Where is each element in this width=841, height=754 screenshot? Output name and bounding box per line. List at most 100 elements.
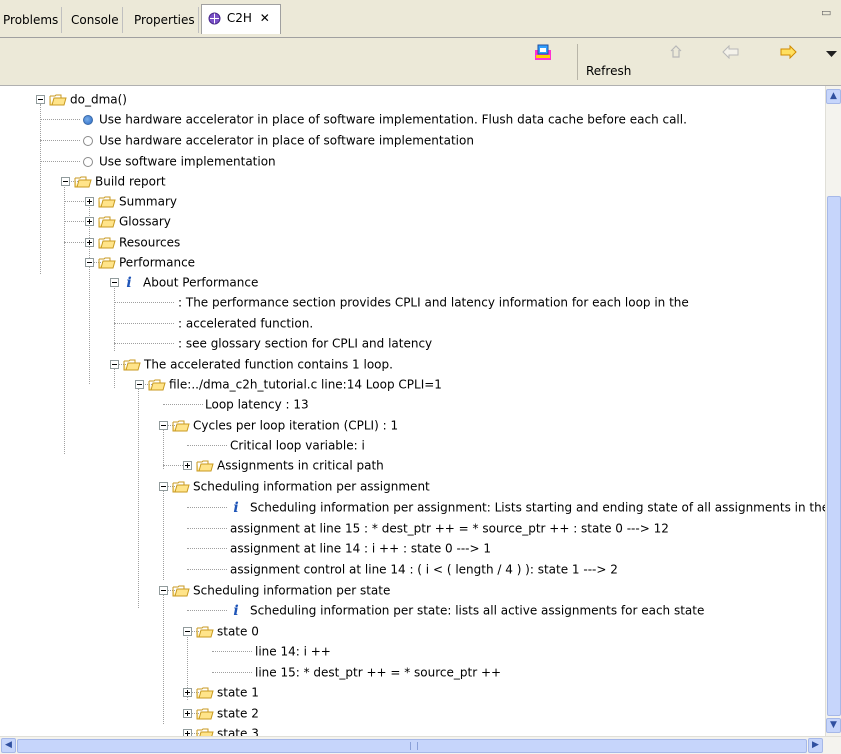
folder-icon [98,237,116,249]
folder-icon [196,460,214,472]
tab-properties[interactable]: Properties [131,7,199,33]
tab-c2h[interactable]: C2H ✕ [201,4,281,34]
tree-item[interactable]: state 0 [183,621,259,641]
tree-item[interactable]: Cycles per loop iteration (CPLI) : 1 [159,415,398,435]
collapse-icon[interactable] [36,95,45,104]
home-icon[interactable] [669,43,683,59]
back-arrow-icon[interactable] [722,45,740,59]
detail-text-item[interactable]: assignment control at line 14 : ( i < ( … [230,559,618,579]
export-report-icon[interactable] [533,42,553,62]
tree-item[interactable]: Assignments in critical path [183,455,384,475]
tree-item[interactable]: Scheduling information per state [159,580,390,600]
tree-item-label: Use hardware accelerator in place of sof… [99,112,687,127]
collapse-icon[interactable] [135,380,144,389]
tree-item-label: Use software implementation [99,154,276,169]
option-radio-item[interactable]: Use hardware accelerator in place of sof… [83,130,474,150]
detail-text-item[interactable]: : The performance section provides CPLI … [178,292,689,312]
tree-item[interactable]: state 1 [183,682,259,702]
option-radio-item[interactable]: Use hardware accelerator in place of sof… [83,109,687,129]
expand-icon[interactable] [183,688,192,697]
collapse-icon[interactable] [61,177,70,186]
tab-label: Console [71,13,119,27]
detail-text-item[interactable]: : see glossary section for CPLI and late… [178,333,432,353]
detail-text-item[interactable]: : accelerated function. [178,313,313,333]
scroll-right-icon[interactable]: ▶ [808,738,823,753]
folder-icon [172,420,190,432]
detail-text-item[interactable]: assignment at line 15 : * dest_ptr ++ = … [230,518,669,538]
detail-text-item[interactable]: Loop latency : 13 [205,394,309,414]
tree-item-label: Critical loop variable: i [230,438,365,453]
folder-icon [148,379,166,391]
expand-icon[interactable] [183,729,192,736]
collapse-icon[interactable] [110,360,119,369]
tree-item-label: Glossary [119,214,171,229]
tab-label: Properties [134,13,195,27]
tree-item-label: assignment control at line 14 : ( i < ( … [230,562,618,577]
detail-text-item[interactable]: assignment at line 14 : i ++ : state 0 -… [230,538,491,558]
c2h-icon [208,12,221,25]
tree-horizontal-line [187,548,227,549]
collapse-icon[interactable] [85,258,94,267]
tree-item[interactable]: Summary [85,191,177,211]
option-radio-item[interactable]: Use software implementation [83,151,276,171]
tree-item[interactable]: Build report [61,171,166,191]
detail-text-item[interactable]: line 14: i ++ [255,641,331,661]
folder-icon [172,481,190,493]
expand-icon[interactable] [183,461,192,470]
tree-item[interactable]: state 3 [183,723,259,736]
tab-console[interactable]: Console [68,7,123,33]
radio-button[interactable] [83,114,93,125]
collapse-icon[interactable] [183,627,192,636]
horizontal-scrollbar[interactable]: ◀ ▶ [0,736,841,754]
collapse-icon[interactable] [159,482,168,491]
forward-arrow-icon[interactable] [779,45,797,59]
vertical-scroll-thumb[interactable] [827,196,841,716]
tree-vertical-line [163,490,164,580]
expand-icon[interactable] [183,709,192,718]
folder-icon [98,257,116,269]
scroll-down-icon[interactable]: ▼ [826,718,841,733]
minimize-maximize-icon[interactable]: ▭ [821,6,841,20]
expand-icon[interactable] [85,217,94,226]
tree-item[interactable]: Performance [85,252,195,272]
tree-horizontal-line [187,445,227,446]
tree-horizontal-line [187,507,227,508]
tree-item[interactable]: do_dma() [36,89,127,109]
radio-button[interactable] [83,156,93,167]
tree-horizontal-line [163,404,203,405]
info-item[interactable]: i Scheduling information per assignment: … [230,497,825,517]
tree-item-label: state 0 [217,624,259,639]
folder-icon [49,94,67,106]
scroll-up-icon[interactable]: ▲ [826,89,841,104]
info-icon: i [233,602,239,619]
view-menu-icon[interactable] [826,51,838,59]
expand-icon[interactable] [85,238,94,247]
tree-horizontal-line [212,651,252,652]
collapse-icon[interactable] [110,278,119,287]
folder-icon [196,708,214,720]
vertical-scrollbar[interactable]: ▲ ▼ [825,86,841,736]
scroll-left-icon[interactable]: ◀ [1,738,16,753]
tab-problems[interactable]: Problems [0,7,63,33]
horizontal-scroll-thumb[interactable] [17,739,807,753]
expand-icon[interactable] [85,197,94,206]
collapse-icon[interactable] [159,421,168,430]
detail-text-item[interactable]: Critical loop variable: i [230,435,365,455]
tree-item[interactable]: The accelerated function contains 1 loop… [110,354,393,374]
tree-item[interactable]: Scheduling information per assignment [159,476,430,496]
info-item[interactable]: i Scheduling information per state: lists… [230,600,704,620]
info-item[interactable]: i About Performance [110,272,258,292]
tree-item-label: About Performance [143,275,259,290]
close-icon[interactable]: ✕ [260,11,270,25]
radio-button[interactable] [83,135,93,146]
tree-item[interactable]: Resources [85,232,180,252]
collapse-icon[interactable] [159,586,168,595]
detail-text-item[interactable]: line 15: * dest_ptr ++ = * source_ptr ++ [255,662,501,682]
tab-label: C2H [226,11,252,25]
refresh-button[interactable]: Refresh [586,64,631,78]
tree-horizontal-line [64,221,84,222]
tree-item[interactable]: file:../dma_c2h_tutorial.c line:14 Loop … [135,374,442,394]
tree-vertical-line [163,594,164,724]
tree-item[interactable]: Glossary [85,211,171,231]
tree-item[interactable]: state 2 [183,703,259,723]
